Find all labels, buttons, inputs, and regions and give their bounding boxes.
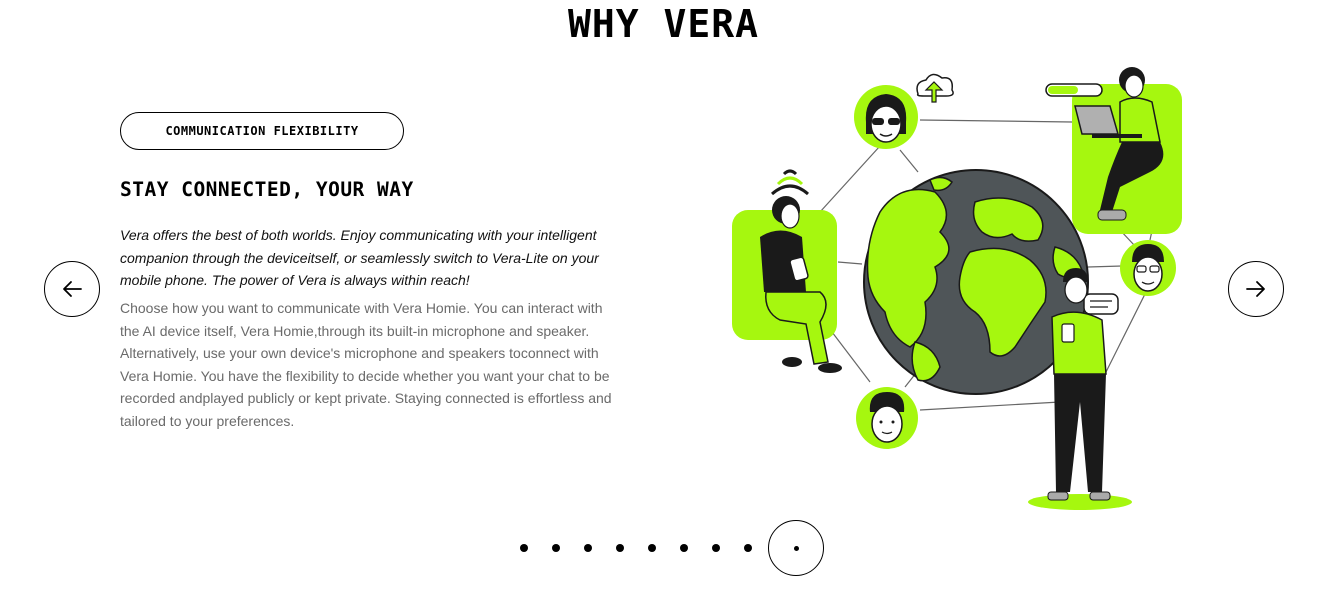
slide-body-text: Choose how you want to communicate with … xyxy=(120,300,612,429)
pagination-dot[interactable] xyxy=(712,544,720,552)
avatar-bottom xyxy=(856,387,918,449)
pagination-dot[interactable] xyxy=(520,544,528,552)
avatar-sunglasses xyxy=(854,85,918,149)
arrow-right-icon xyxy=(1246,281,1265,297)
pagination-dot[interactable] xyxy=(552,544,560,552)
pagination-dot[interactable] xyxy=(680,544,688,552)
cloud-upload-icon xyxy=(916,73,954,103)
next-slide-button[interactable] xyxy=(1228,261,1284,317)
pagination-dot[interactable] xyxy=(648,544,656,552)
pagination-dot[interactable] xyxy=(616,544,624,552)
pagination-dot[interactable] xyxy=(584,544,592,552)
arrow-left-icon xyxy=(63,281,82,297)
page-title: WHY VERA xyxy=(567,2,760,46)
slide-lead-text: Vera offers the best of both worlds. Enj… xyxy=(120,227,599,288)
pagination-dot-active[interactable] xyxy=(768,520,824,576)
connected-people-illustration xyxy=(732,67,1182,510)
slide-pagination xyxy=(508,520,824,576)
previous-slide-button[interactable] xyxy=(44,261,100,317)
pagination-dot-active-inner xyxy=(793,545,799,551)
slide-heading: STAY CONNECTED, YOUR WAY xyxy=(120,178,414,201)
pagination-dot[interactable] xyxy=(744,544,752,552)
avatar-glasses xyxy=(1120,240,1176,296)
person-laptop xyxy=(1045,67,1182,234)
person-tablet xyxy=(732,169,842,373)
feature-tag: COMMUNICATION FLEXIBILITY xyxy=(120,112,404,150)
